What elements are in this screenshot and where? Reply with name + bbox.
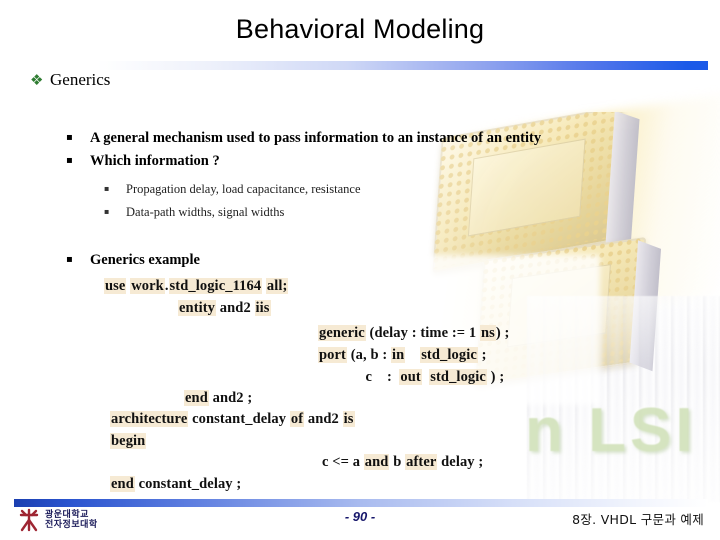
code-text: c <= a [322, 454, 364, 470]
code-keyword: after [405, 454, 438, 470]
code-line: c : out std_logic ) ; [332, 369, 504, 386]
square-bullet-icon: ▪ [66, 254, 73, 265]
code-keyword: work [130, 278, 165, 294]
square-bullet-icon: ▪ [66, 132, 73, 143]
bullet-text: Which information ? [90, 153, 220, 169]
code-keyword: begin [110, 433, 147, 449]
chapter-label: 8장. VHDL 구문과 예제 [572, 512, 704, 527]
code-line: entity and2 iis [178, 300, 271, 317]
slide: n LSI Behavioral Modeling ❖ Generics ▪ A g… [0, 0, 720, 540]
code-text: and2 [304, 411, 343, 427]
code-keyword: is [342, 411, 355, 427]
code-text: and2 ; [208, 390, 253, 406]
code-text: (delay : time := 1 [365, 325, 480, 341]
code-line: c <= a and b after delay ; [322, 454, 483, 471]
section-heading-label: Generics [50, 70, 111, 89]
code-keyword: end [110, 476, 135, 492]
code-text: ) ; [486, 369, 505, 385]
code-text: c : [332, 369, 400, 385]
code-keyword: all; [265, 278, 289, 294]
slide-content: ❖ Generics ▪ A general mechanism used to p… [0, 0, 720, 540]
small-square-bullet-icon: ▪ [104, 184, 110, 193]
bullet-text: A general mechanism used to pass informa… [90, 130, 542, 146]
code-keyword: std_logic_1164 [168, 278, 263, 294]
code-keyword: end [184, 390, 209, 406]
subbullet-item-propagation-delay: ▪ Propagation delay, load capacitance, re… [104, 182, 361, 197]
code-keyword: ns [479, 325, 496, 341]
code-keyword: std_logic [429, 369, 487, 385]
diamond-bullet-icon: ❖ [30, 71, 44, 89]
code-line: architecture constant_delay of and2 is [110, 411, 355, 428]
code-keyword: and [363, 454, 390, 470]
bullet-item-general-mechanism: ▪ A general mechanism used to pass inform… [66, 130, 541, 147]
code-keyword: generic [318, 325, 366, 341]
code-line: port (a, b : in std_logic ; [318, 347, 487, 364]
subbullet-item-data-path-widths: ▪ Data-path widths, signal widths [104, 205, 284, 220]
subbullet-text: Propagation delay, load capacitance, res… [126, 182, 361, 196]
code-keyword: iis [254, 300, 271, 316]
code-line: use work.std_logic_1164 all; [104, 278, 289, 295]
code-text: and2 [216, 300, 255, 316]
code-line: begin [110, 433, 147, 450]
code-keyword: std_logic [420, 347, 478, 363]
bullet-item-which-information: ▪ Which information ? [66, 153, 220, 170]
code-line: end and2 ; [184, 390, 252, 407]
code-text: . [164, 278, 169, 294]
section-heading: ❖ Generics [30, 70, 110, 90]
code-keyword: architecture [110, 411, 189, 427]
code-line: end constant_delay ; [110, 476, 241, 493]
code-text: delay ; [437, 454, 484, 470]
code-text: (a, b : [346, 347, 391, 363]
code-text: b [389, 454, 406, 470]
code-text: ) ; [495, 325, 510, 341]
code-keyword: in [390, 347, 406, 363]
bullet-item-generics-example: ▪ Generics example [66, 252, 200, 269]
code-text: constant_delay ; [134, 476, 242, 492]
square-bullet-icon: ▪ [66, 155, 73, 166]
code-line: generic (delay : time := 1 ns) ; [318, 325, 509, 342]
code-keyword: of [289, 411, 305, 427]
code-keyword: entity [178, 300, 217, 316]
subbullet-text: Data-path widths, signal widths [126, 205, 285, 219]
code-keyword: port [318, 347, 347, 363]
footer-divider [14, 499, 708, 507]
code-keyword: use [104, 278, 127, 294]
small-square-bullet-icon: ▪ [104, 207, 110, 216]
code-keyword: out [399, 369, 422, 385]
bullet-text: Generics example [90, 252, 200, 268]
code-text: ; [477, 347, 487, 363]
code-text: constant_delay [188, 411, 290, 427]
